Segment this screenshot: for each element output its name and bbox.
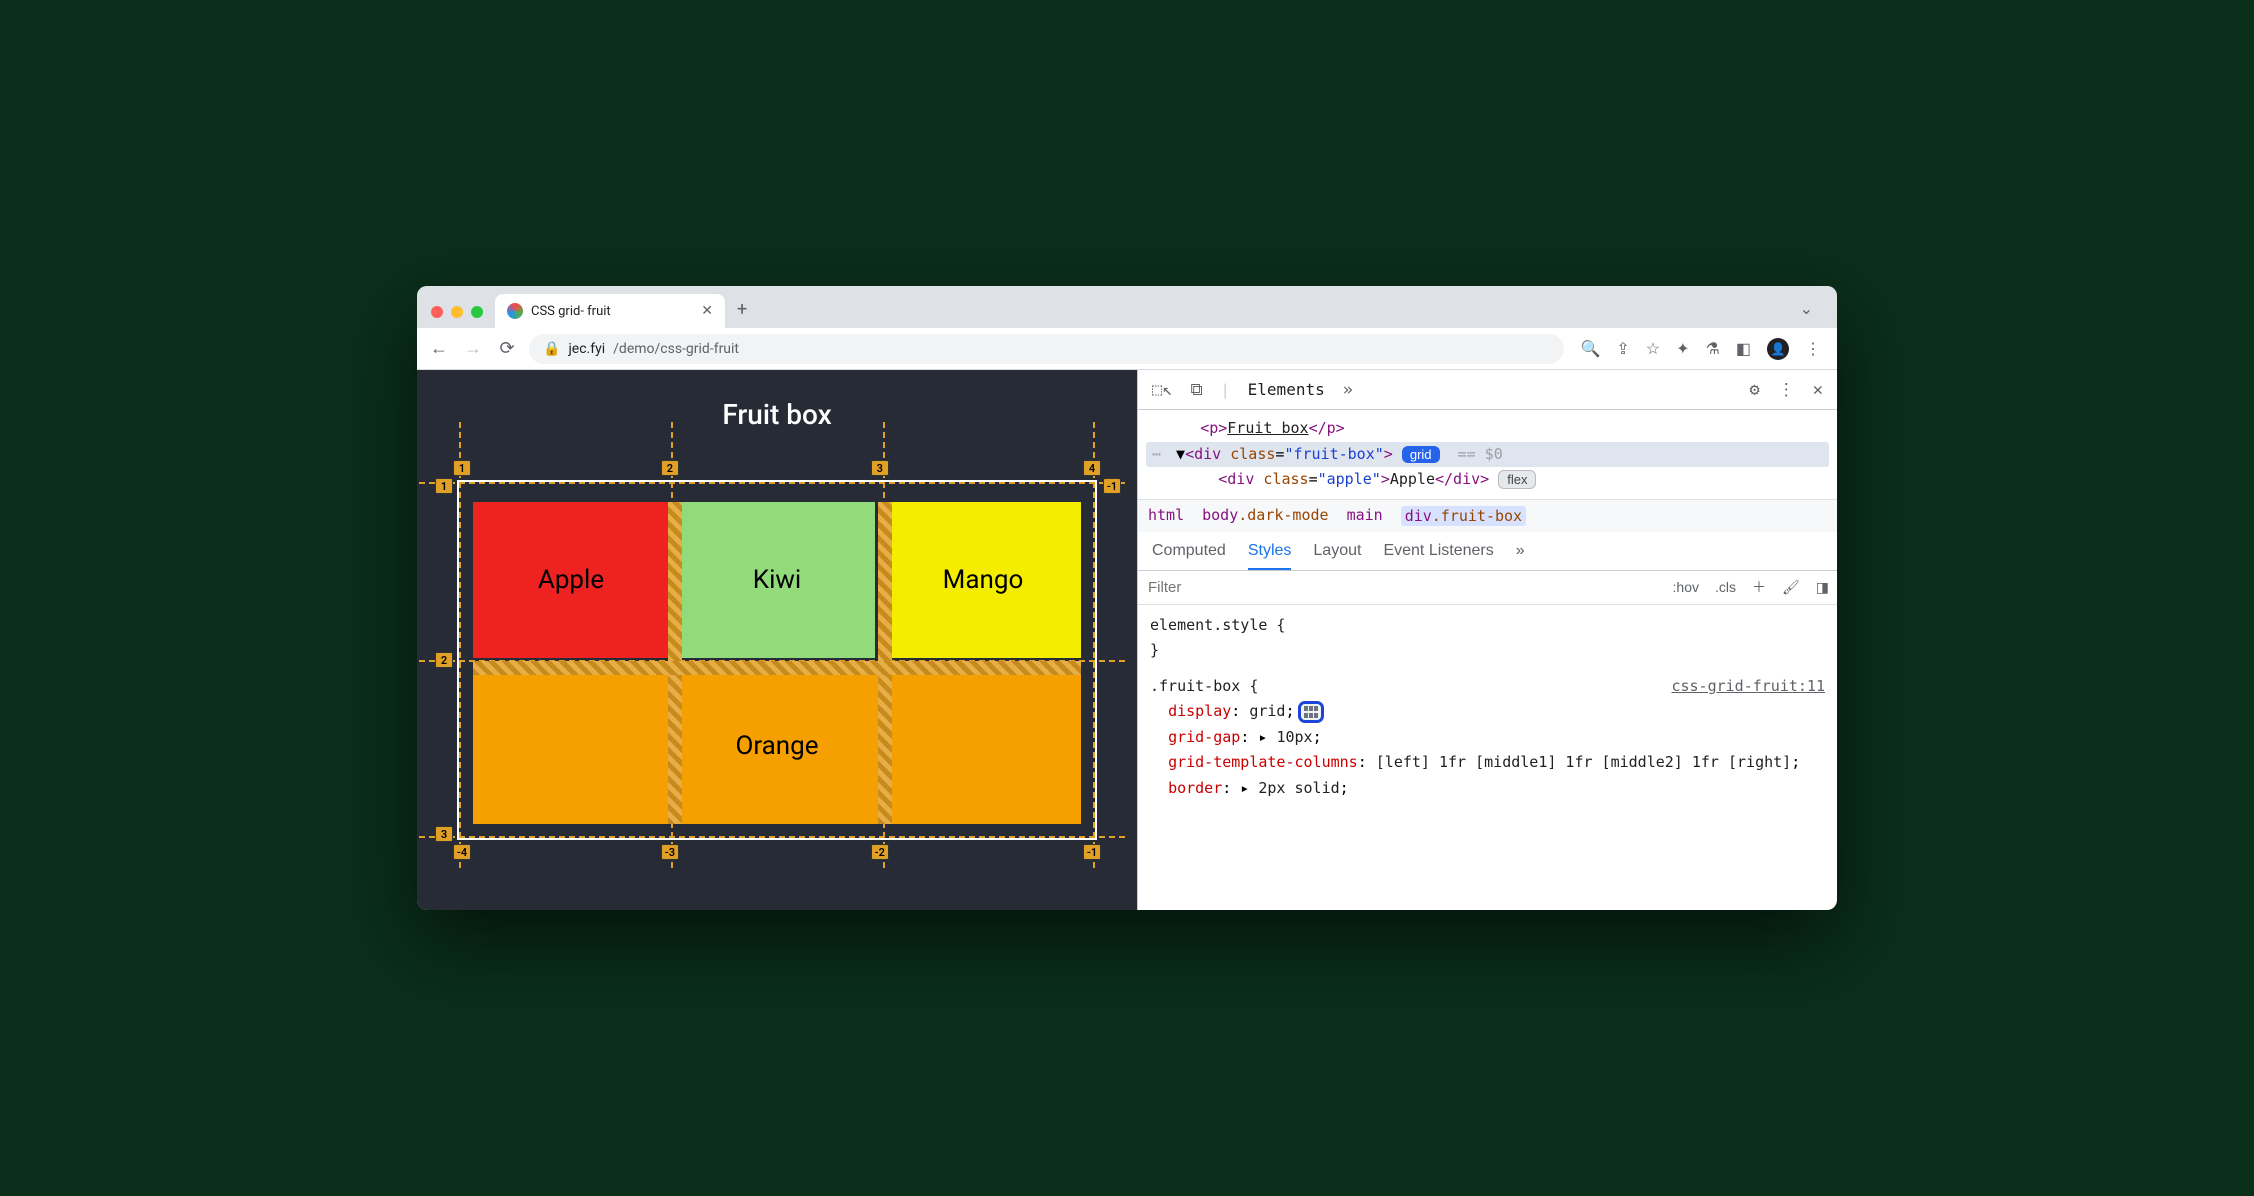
favicon-icon: [507, 303, 523, 319]
grid-row-neg-label: -1: [1103, 478, 1121, 494]
toolbar: ← → ⟳ 🔒 jec.fyi/demo/css-grid-fruit 🔍 ⇪ …: [417, 328, 1837, 370]
grid-cell-mango: Mango: [885, 502, 1081, 658]
labs-icon[interactable]: ⚗: [1706, 339, 1720, 358]
element-style-rule: element.style { }: [1150, 613, 1825, 664]
tab-title: CSS grid- fruit: [531, 304, 611, 319]
maximize-window-button[interactable]: [471, 306, 483, 318]
tabs-dropdown-icon[interactable]: ⌄: [1786, 299, 1827, 328]
css-rule: .fruit-box { css-grid-fruit:11 display: …: [1150, 674, 1825, 802]
tab-event-listeners[interactable]: Event Listeners: [1383, 542, 1493, 570]
inspect-icon[interactable]: ⬚↖: [1152, 380, 1172, 400]
tab-strip: CSS grid- fruit ✕ + ⌄: [417, 286, 1837, 328]
grid-row-label: 3: [435, 826, 453, 842]
close-tab-icon[interactable]: ✕: [701, 303, 713, 319]
css-declaration: grid-gap: ▸ 10px;: [1150, 725, 1825, 751]
back-button[interactable]: ←: [427, 338, 451, 359]
tab-layout[interactable]: Layout: [1313, 542, 1361, 570]
flex-badge[interactable]: flex: [1498, 470, 1536, 489]
address-bar[interactable]: 🔒 jec.fyi/demo/css-grid-fruit: [529, 334, 1564, 364]
styles-pane[interactable]: element.style { } .fruit-box { css-grid-…: [1138, 605, 1837, 911]
close-devtools-icon[interactable]: ✕: [1813, 380, 1823, 400]
css-declaration: display: grid;: [1150, 699, 1825, 725]
devtools-tabs: ⬚↖ ⧉ | Elements » ⚙ ⋮ ✕: [1138, 370, 1837, 410]
cls-toggle[interactable]: .cls: [1707, 579, 1744, 595]
window-controls: [427, 306, 495, 328]
dom-node: <p>Fruit box</p>: [1146, 416, 1829, 442]
profile-avatar[interactable]: 👤: [1767, 338, 1789, 360]
crumb: html: [1148, 506, 1184, 526]
grid-cell-kiwi: Kiwi: [679, 502, 875, 658]
tab-elements[interactable]: Elements: [1248, 380, 1325, 399]
devtools-panel: ⬚↖ ⧉ | Elements » ⚙ ⋮ ✕ <p>Fruit box</p>…: [1137, 370, 1837, 910]
share-icon[interactable]: ⇪: [1616, 339, 1629, 358]
grid-row-label: 1: [435, 478, 453, 494]
styles-subtabs: Computed Styles Layout Event Listeners »: [1138, 532, 1837, 571]
grid-col-neg-label: -4: [453, 844, 471, 860]
styles-filter-input[interactable]: [1138, 571, 1665, 604]
url-path: /demo/css-grid-fruit: [613, 341, 739, 357]
styles-filter-row: :hov .cls ＋ 🖌 ◨: [1138, 571, 1837, 605]
grid-col-neg-label: -3: [661, 844, 679, 860]
grid-col-label: 4: [1083, 460, 1101, 476]
reload-button[interactable]: ⟳: [495, 338, 519, 359]
breadcrumbs[interactable]: html body.dark-mode main div.fruit-box: [1138, 499, 1837, 532]
new-tab-button[interactable]: +: [725, 299, 759, 328]
fruit-box-grid: Apple Kiwi Mango Orange 1 2 3 4 -4 -3 -2…: [457, 480, 1097, 840]
close-window-button[interactable]: [431, 306, 443, 318]
hov-toggle[interactable]: :hov: [1665, 579, 1707, 595]
grid-col-label: 2: [661, 460, 679, 476]
zoom-icon[interactable]: 🔍: [1580, 339, 1600, 358]
grid-col-neg-label: -2: [871, 844, 889, 860]
crumb: main: [1347, 506, 1383, 526]
grid-col-label: 1: [453, 460, 471, 476]
url-host: jec.fyi: [568, 341, 605, 357]
tab-styles[interactable]: Styles: [1248, 542, 1292, 570]
css-declaration: border: ▸ 2px solid;: [1150, 776, 1825, 802]
browser-window: CSS grid- fruit ✕ + ⌄ ← → ⟳ 🔒 jec.fyi/de…: [417, 286, 1837, 910]
crumb-selected: div.fruit-box: [1401, 506, 1526, 526]
new-rule-icon[interactable]: ＋: [1744, 577, 1774, 597]
more-subtabs-icon[interactable]: »: [1516, 542, 1525, 570]
more-tabs-icon[interactable]: »: [1343, 380, 1353, 400]
grid-cell-apple: Apple: [473, 502, 669, 658]
css-declaration: grid-template-columns: [left] 1fr [middl…: [1150, 750, 1825, 776]
page-viewport: Fruit box Apple: [417, 370, 1137, 910]
menu-icon[interactable]: ⋮: [1805, 339, 1821, 358]
forward-button[interactable]: →: [461, 338, 485, 359]
minimize-window-button[interactable]: [451, 306, 463, 318]
crumb: body.dark-mode: [1202, 506, 1328, 526]
computed-pane-icon[interactable]: ◨: [1808, 579, 1837, 596]
dom-node: <div class="apple">Apple</div> flex: [1146, 467, 1829, 493]
tab-computed[interactable]: Computed: [1152, 542, 1226, 570]
grid-col-label: 3: [871, 460, 889, 476]
paint-icon[interactable]: 🖌: [1774, 579, 1808, 596]
device-toggle-icon[interactable]: ⧉: [1190, 380, 1202, 400]
dom-tree[interactable]: <p>Fruit box</p> ⋯ ▼<div class="fruit-bo…: [1138, 410, 1837, 499]
page-heading: Fruit box: [417, 398, 1137, 431]
lock-icon: 🔒: [543, 341, 560, 357]
kebab-icon[interactable]: ⋮: [1778, 380, 1795, 400]
rule-selector: .fruit-box {: [1150, 674, 1258, 700]
sidepanel-icon[interactable]: ◧: [1736, 339, 1751, 358]
dom-node-selected: ⋯ ▼<div class="fruit-box"> grid == $0: [1146, 442, 1829, 468]
grid-editor-icon[interactable]: [1298, 701, 1324, 723]
toolbar-icons: 🔍 ⇪ ☆ ✦ ⚗ ◧ 👤 ⋮: [1574, 338, 1827, 360]
browser-tab[interactable]: CSS grid- fruit ✕: [495, 294, 725, 328]
grid-row-label: 2: [435, 652, 453, 668]
extensions-icon[interactable]: ✦: [1676, 339, 1689, 358]
rule-source-link[interactable]: css-grid-fruit:11: [1671, 674, 1825, 700]
grid-cell-orange: Orange: [473, 668, 1081, 824]
bookmark-icon[interactable]: ☆: [1646, 339, 1660, 358]
settings-icon[interactable]: ⚙: [1750, 380, 1760, 400]
grid-badge[interactable]: grid: [1402, 446, 1440, 463]
grid-col-neg-label: -1: [1083, 844, 1101, 860]
